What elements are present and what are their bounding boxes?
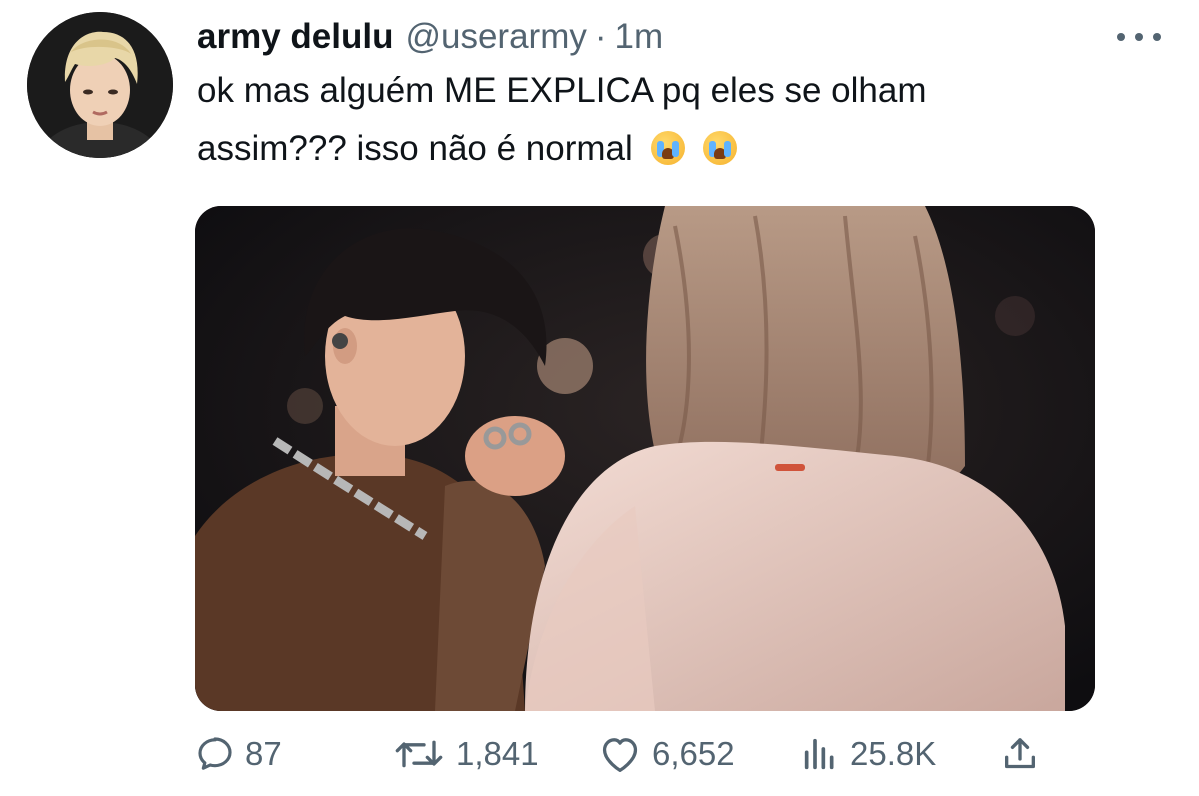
- tweet-card: army delulu @userarmy · 1m ok mas alguém…: [0, 0, 1199, 796]
- heart-icon: [602, 738, 638, 772]
- tweet-text-line-1: ok mas alguém ME EXPLICA pq eles se olha…: [197, 71, 927, 110]
- tweet-text: ok mas alguém ME EXPLICA pq eles se olha…: [197, 62, 1097, 178]
- retweet-count: 1,841: [456, 735, 539, 772]
- tweet-text-line-2: assim??? isso não é normal: [197, 120, 1097, 178]
- separator-dot: ·: [594, 17, 607, 56]
- avatar-photo: [27, 12, 173, 158]
- photo-image: [195, 206, 1095, 711]
- share-button[interactable]: [1000, 728, 1040, 780]
- timestamp[interactable]: 1m: [615, 17, 664, 57]
- views-button[interactable]: 25.8K: [800, 728, 936, 780]
- analytics-icon: [804, 738, 834, 770]
- reply-icon: [198, 737, 232, 770]
- crying-face-emoji-icon: [650, 131, 685, 165]
- retweet-icon: [395, 740, 443, 768]
- tweet-text-line-2-text: assim??? isso não é normal: [197, 129, 633, 168]
- action-bar: 87 1,841 6,652 25.8K: [195, 728, 1045, 780]
- reply-button[interactable]: 87: [195, 728, 282, 780]
- tweet-header: army delulu @userarmy · 1m: [197, 12, 663, 62]
- retweet-button[interactable]: 1,841: [392, 728, 539, 780]
- crying-face-emoji-icon: [702, 131, 737, 165]
- tweet-photo[interactable]: [195, 206, 1095, 711]
- display-name[interactable]: army delulu: [197, 17, 393, 57]
- like-button[interactable]: 6,652: [598, 728, 735, 780]
- user-handle[interactable]: @userarmy: [405, 17, 586, 57]
- reply-count: 87: [245, 735, 282, 772]
- views-count: 25.8K: [850, 735, 937, 772]
- more-options-icon[interactable]: [1117, 22, 1161, 52]
- avatar[interactable]: [27, 12, 173, 158]
- like-count: 6,652: [652, 735, 735, 772]
- share-icon: [1005, 738, 1035, 769]
